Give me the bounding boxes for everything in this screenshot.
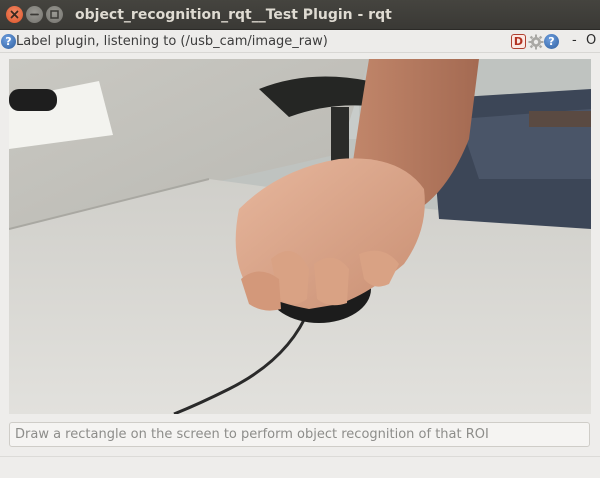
window-maximize-button[interactable] — [46, 6, 63, 23]
help-icon[interactable]: ? — [1, 34, 16, 49]
camera-image-view[interactable] — [9, 59, 591, 414]
minimize-icon — [30, 13, 39, 16]
window-close-button[interactable] — [6, 6, 23, 23]
maximize-icon — [50, 10, 59, 19]
status-bar — [0, 456, 600, 478]
window-titlebar: object_recognition_rqt__Test Plugin - rq… — [0, 0, 600, 30]
plugin-label: Label plugin, listening to (/usb_cam/ima… — [16, 34, 328, 49]
plugin-minimize-button[interactable]: - — [572, 33, 577, 48]
gear-icon[interactable] — [528, 34, 544, 50]
camera-frame — [9, 59, 591, 414]
roi-instruction-input[interactable] — [9, 422, 590, 447]
debug-icon[interactable]: D — [511, 34, 526, 49]
plugin-close-button[interactable]: O — [586, 33, 596, 48]
help-icon-right[interactable]: ? — [544, 34, 559, 49]
plugin-header: ? Label plugin, listening to (/usb_cam/i… — [0, 31, 600, 53]
window-title: object_recognition_rqt__Test Plugin - rq… — [75, 7, 392, 23]
window-minimize-button[interactable] — [26, 6, 43, 23]
close-icon — [10, 10, 19, 19]
